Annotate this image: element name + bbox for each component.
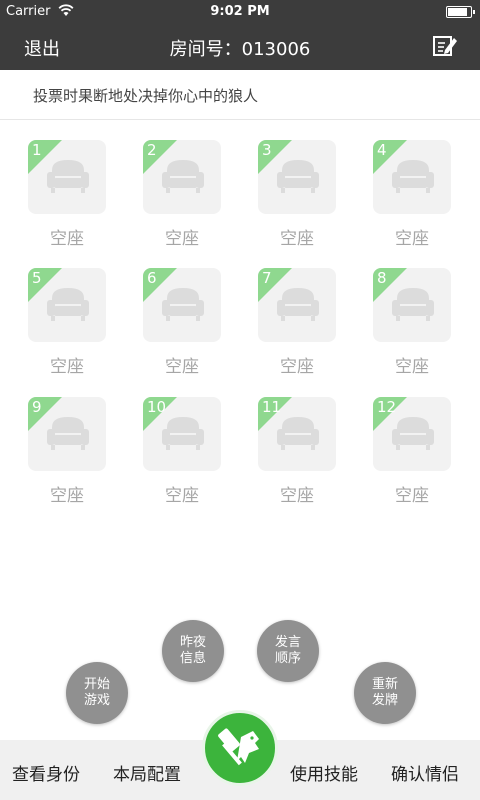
- speak-order-label-2: 顺序: [274, 651, 301, 666]
- sofa-icon: [392, 417, 434, 450]
- seat-number: 4: [377, 141, 387, 159]
- sofa-icon: [392, 160, 434, 193]
- nav-bar: 退出 房间号：013006: [0, 26, 480, 66]
- seat-status-label: 空座: [165, 357, 199, 377]
- sofa-icon: [162, 288, 204, 321]
- seat-status-label: 空座: [50, 229, 84, 249]
- status-bar: Carrier 9:02 PM: [0, 0, 480, 24]
- seat-number: 6: [147, 269, 157, 287]
- seat-box: 12: [373, 397, 451, 471]
- seat-status-label: 空座: [50, 486, 84, 506]
- page-title: 房间号：013006: [169, 39, 311, 60]
- seat-box: 11: [258, 397, 336, 471]
- sofa-icon: [47, 288, 89, 321]
- last-night-label-2: 信息: [179, 651, 206, 666]
- seat-box: 10: [143, 397, 221, 471]
- center-action-button[interactable]: [202, 710, 278, 786]
- seat-8[interactable]: 8 空座: [373, 268, 453, 378]
- seat-box: 4: [373, 140, 451, 214]
- sofa-icon: [47, 417, 89, 450]
- sofa-icon: [162, 417, 204, 450]
- seat-box: 5: [28, 268, 106, 342]
- seat-status-label: 空座: [165, 486, 199, 506]
- seat-status-label: 空座: [395, 357, 429, 377]
- sofa-icon: [277, 160, 319, 193]
- seat-1[interactable]: 1 空座: [28, 140, 108, 250]
- view-identity-button[interactable]: 查看身份: [12, 760, 80, 785]
- seat-7[interactable]: 7 空座: [258, 268, 338, 378]
- sofa-icon: [162, 160, 204, 193]
- sofa-icon: [392, 288, 434, 321]
- battery-icon: [446, 6, 475, 18]
- seat-status-label: 空座: [395, 486, 429, 506]
- seat-status-label: 空座: [280, 229, 314, 249]
- sofa-icon: [47, 160, 89, 193]
- seat-box: 3: [258, 140, 336, 214]
- seat-status-label: 空座: [165, 229, 199, 249]
- seat-status-label: 空座: [395, 229, 429, 249]
- seat-box: 6: [143, 268, 221, 342]
- tip-banner: 投票时果断地处决掉你心中的狼人: [0, 70, 480, 120]
- status-time: 9:02 PM: [210, 4, 270, 19]
- start-game-label-2: 游戏: [83, 693, 110, 708]
- edit-icon[interactable]: [432, 32, 458, 58]
- start-game-label-1: 开始: [83, 677, 110, 692]
- seat-status-label: 空座: [280, 486, 314, 506]
- last-night-label-1: 昨夜: [179, 635, 206, 650]
- sofa-icon: [277, 288, 319, 321]
- seat-4[interactable]: 4 空座: [373, 140, 453, 250]
- redeal-button[interactable]: 重新 发牌: [354, 662, 416, 724]
- seat-number: 3: [262, 141, 272, 159]
- seat-box: 7: [258, 268, 336, 342]
- seat-box: 1: [28, 140, 106, 214]
- seat-2[interactable]: 2 空座: [143, 140, 223, 250]
- seat-number: 9: [32, 398, 42, 416]
- seat-box: 9: [28, 397, 106, 471]
- seat-9[interactable]: 9 空座: [28, 397, 108, 507]
- seat-number: 2: [147, 141, 157, 159]
- seat-number: 8: [377, 269, 387, 287]
- seat-box: 2: [143, 140, 221, 214]
- speak-order-button[interactable]: 发言 顺序: [257, 620, 319, 682]
- seat-11[interactable]: 11 空座: [258, 397, 338, 507]
- game-config-button[interactable]: 本局配置: [113, 760, 181, 785]
- confirm-couple-button[interactable]: 确认情侣: [391, 760, 459, 785]
- seat-number: 7: [262, 269, 272, 287]
- seat-status-label: 空座: [50, 357, 84, 377]
- game-room-screen: Carrier 9:02 PM 退出 房间号：013006 投票时果断地处决掉你…: [0, 0, 480, 800]
- tip-text: 投票时果断地处决掉你心中的狼人: [33, 87, 259, 105]
- seat-number: 1: [32, 141, 42, 159]
- use-skill-button[interactable]: 使用技能: [290, 760, 358, 785]
- last-night-info-button[interactable]: 昨夜 信息: [162, 620, 224, 682]
- seat-5[interactable]: 5 空座: [28, 268, 108, 378]
- speak-order-label-1: 发言: [274, 635, 301, 650]
- seat-12[interactable]: 12 空座: [373, 397, 453, 507]
- seat-status-label: 空座: [280, 357, 314, 377]
- redeal-label-2: 发牌: [371, 693, 398, 708]
- werewolf-hammer-icon: [218, 728, 259, 766]
- seat-6[interactable]: 6 空座: [143, 268, 223, 378]
- seat-box: 8: [373, 268, 451, 342]
- redeal-label-1: 重新: [371, 677, 398, 692]
- header: Carrier 9:02 PM 退出 房间号：013006: [0, 0, 480, 70]
- start-game-button[interactable]: 开始 游戏: [66, 662, 128, 724]
- seat-3[interactable]: 3 空座: [258, 140, 338, 250]
- seat-10[interactable]: 10 空座: [143, 397, 223, 507]
- sofa-icon: [277, 417, 319, 450]
- seat-number: 5: [32, 269, 42, 287]
